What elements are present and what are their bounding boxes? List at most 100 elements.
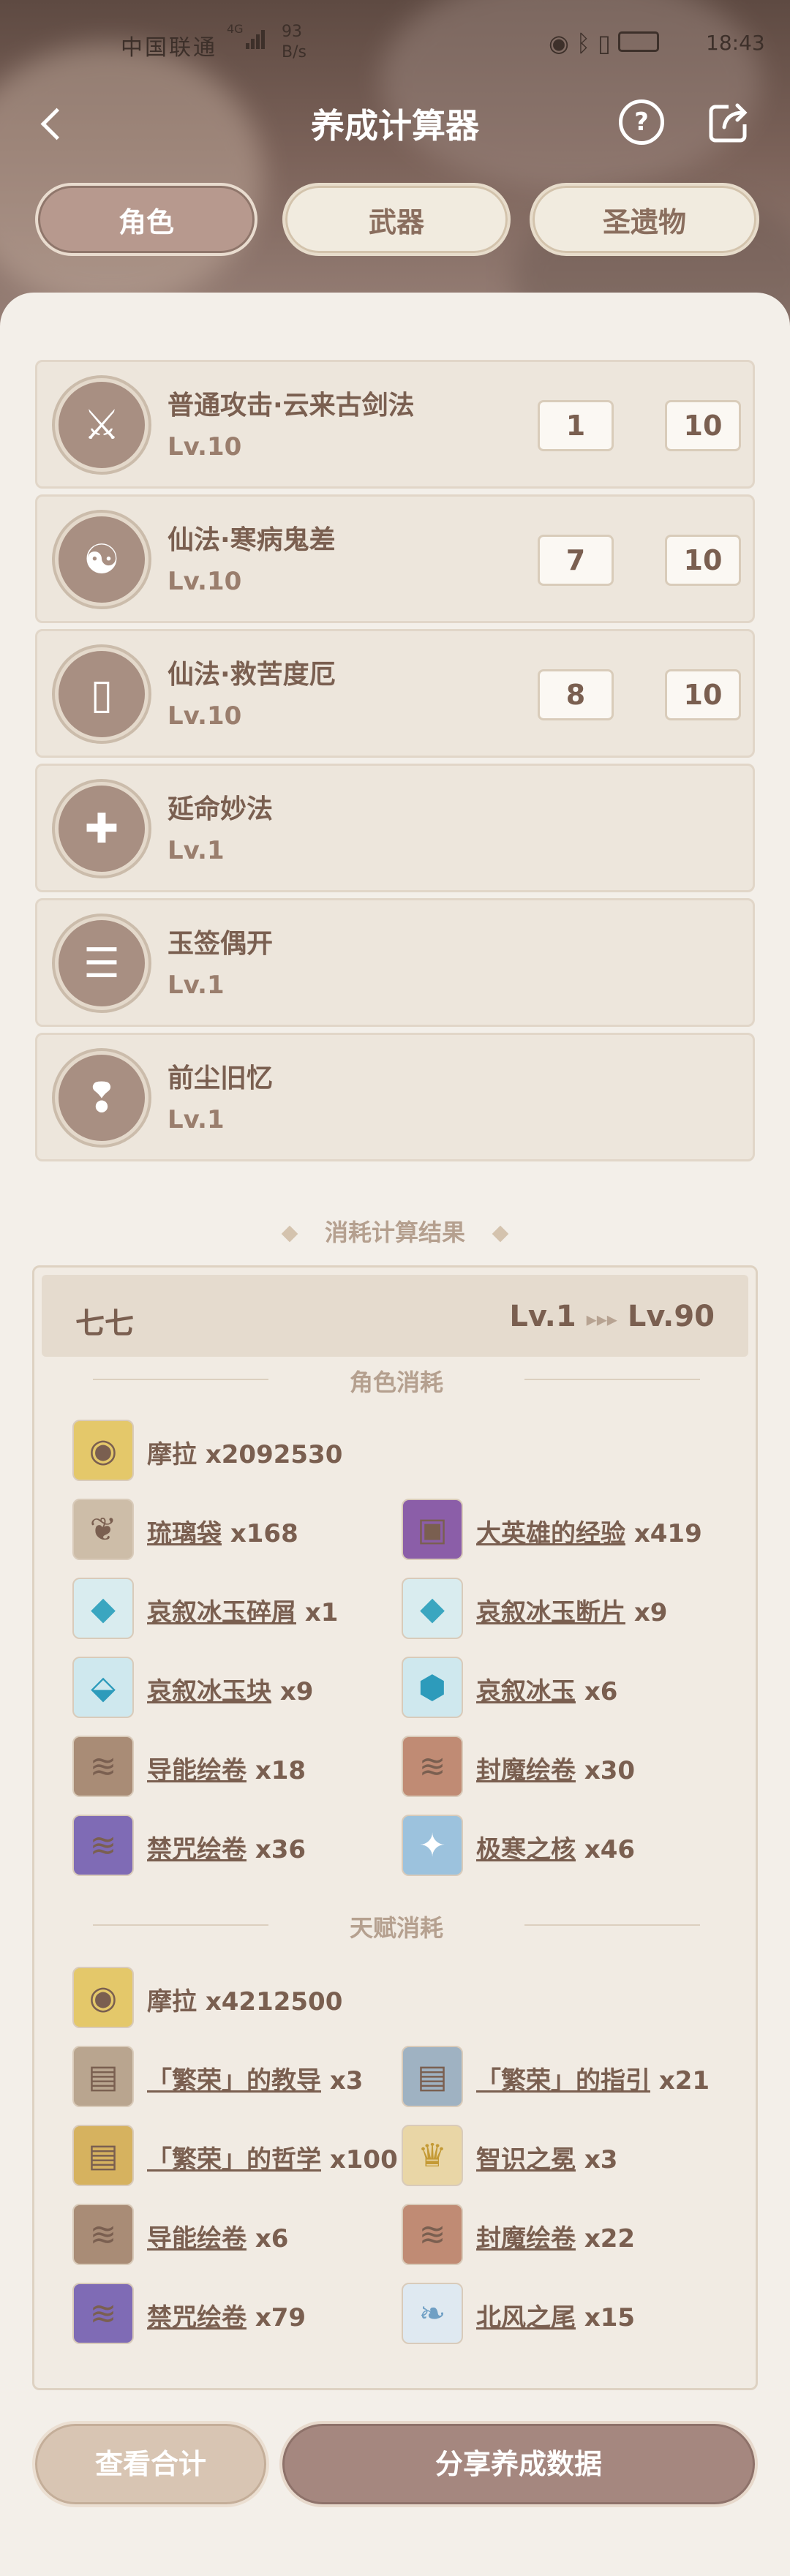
level-from-input[interactable]: 1 [538, 400, 614, 451]
material-item[interactable]: ⬙ 哀叙冰玉块 x9 [72, 1657, 394, 1724]
material-name: 禁咒绘卷 [147, 1835, 247, 1864]
level-from: Lv.1 [509, 1300, 576, 1333]
tab-weapon[interactable]: 武器 [282, 183, 511, 256]
material-item[interactable]: ◆ 哀叙冰玉碎屑 x1 [72, 1578, 394, 1645]
material-count: x168 [230, 1519, 298, 1548]
scroll-icon: ≋ [72, 1736, 134, 1797]
level-from-input[interactable]: 8 [538, 669, 614, 720]
book-icon: ▣ [402, 1499, 463, 1560]
home-indicator [0, 2538, 790, 2576]
material-name: 大英雄的经验 [476, 1519, 625, 1548]
level-to: Lv.90 [627, 1300, 715, 1333]
material-item[interactable]: ≋ 封魔绘卷 x22 [402, 2204, 731, 2271]
talent-cost-title: 天赋消耗 [93, 1910, 700, 1942]
skill-card: ❢ 前尘旧忆 Lv.1 [35, 1033, 755, 1161]
material-count: x79 [255, 2303, 306, 2332]
material-name: 智识之冕 [476, 2145, 576, 2174]
level-to-input[interactable]: 10 [665, 535, 741, 586]
material-name: 极寒之核 [476, 1835, 576, 1864]
mora-icon: ◉ [72, 1420, 134, 1481]
status-bar: 中国联通 4G 93 B/s ◉ᛒ▯ 18:43 [0, 0, 790, 88]
net-type-label: 4G [227, 22, 244, 36]
tab-character[interactable]: 角色 [35, 183, 257, 256]
material-name: 禁咒绘卷 [147, 2303, 247, 2332]
tail-icon: ❧ [402, 2283, 463, 2344]
material-item[interactable]: ▤ 「繁荣」的指引 x21 [402, 2046, 731, 2113]
diamond-icon [281, 1225, 298, 1243]
share-data-button[interactable]: 分享养成数据 [279, 2421, 758, 2507]
material-item[interactable]: ❧ 北风之尾 x15 [402, 2283, 731, 2350]
top-nav: 养成计算器 ? [0, 88, 790, 161]
vibrate-icon: ▯ [598, 29, 618, 57]
skill-name: 玉签偶开 [168, 929, 274, 959]
material-label: 摩拉 x4212500 [147, 1987, 343, 2016]
frost-core-icon: ✦ [402, 1815, 463, 1876]
material-item: ◉ 摩拉 x4212500 [72, 1967, 511, 2034]
book-icon: ▤ [72, 2125, 134, 2186]
tab-artifact[interactable]: 圣遗物 [530, 183, 759, 256]
material-item[interactable]: ≋ 导能绘卷 x6 [72, 2204, 402, 2271]
material-item[interactable]: ❦ 琉璃袋 x168 [72, 1499, 394, 1566]
gem-chunk-icon: ⬙ [72, 1657, 134, 1718]
gem-shard-icon: ◆ [72, 1578, 134, 1639]
battery-icon [617, 31, 659, 52]
material-item[interactable]: ≋ 封魔绘卷 x30 [402, 1736, 723, 1803]
material-count: x6 [255, 2224, 289, 2253]
material-item[interactable]: ≋ 禁咒绘卷 x79 [72, 2283, 402, 2350]
skill-level: Lv.10 [168, 432, 242, 462]
material-item[interactable]: ▤ 「繁荣」的教导 x3 [72, 2046, 402, 2113]
net-speed: 93 B/s [282, 22, 306, 63]
heal-icon: ✚ [55, 782, 148, 875]
material-count: x419 [633, 1519, 702, 1548]
material-name: 哀叙冰玉碎屑 [147, 1598, 296, 1627]
material-item[interactable]: ≋ 导能绘卷 x18 [72, 1736, 394, 1803]
material-name: 哀叙冰玉块 [147, 1677, 271, 1706]
material-count: x9 [279, 1677, 314, 1706]
material-item[interactable]: ✦ 极寒之核 x46 [402, 1815, 723, 1882]
material-count: x46 [584, 1835, 636, 1864]
scroll-icon: ≋ [402, 2204, 463, 2265]
book-icon: ▤ [402, 2046, 463, 2107]
character-name: 七七 [75, 1307, 134, 1341]
material-name: 「繁荣」的指引 [476, 2066, 650, 2095]
material-item[interactable]: ⬢ 哀叙冰玉 x6 [402, 1657, 723, 1724]
material-count: x36 [255, 1835, 306, 1864]
help-button[interactable]: ? [619, 99, 664, 145]
carrier-label: 中国联通 [121, 35, 217, 61]
skill-name: 延命妙法 [168, 794, 274, 824]
skill-level: Lv.10 [168, 567, 242, 596]
material-name: 封魔绘卷 [476, 2224, 576, 2253]
eye-icon: ◉ [549, 29, 576, 57]
share-button[interactable] [708, 101, 750, 143]
material-name: 导能绘卷 [147, 1756, 247, 1785]
skill-name: 前尘旧忆 [168, 1063, 274, 1093]
material-item[interactable]: ♛ 智识之冕 x3 [402, 2125, 731, 2192]
material-count: x30 [584, 1756, 636, 1785]
level-from-input[interactable]: 7 [538, 535, 614, 586]
bluetooth-icon: ᛒ [576, 29, 598, 57]
material-item[interactable]: ▣ 大英雄的经验 x419 [402, 1499, 723, 1566]
character-cost-title: 角色消耗 [93, 1364, 700, 1396]
scroll-icon: ☰ [55, 916, 148, 1010]
material-item[interactable]: ▤ 「繁荣」的哲学 x100 [72, 2125, 402, 2192]
level-to-input[interactable]: 10 [665, 669, 741, 720]
mora-icon: ◉ [72, 1967, 134, 2028]
skill-card: ☰ 玉签偶开 Lv.1 [35, 898, 755, 1027]
level-to-input[interactable]: 10 [665, 400, 741, 451]
bag-icon: ❦ [72, 1499, 134, 1560]
result-panel: 七七 Lv.1 ▸▸▸ Lv.90 角色消耗 ◉ 摩拉 x2092530 ❦ 琉璃袋 … [32, 1265, 758, 2390]
material-count: x100 [329, 2145, 398, 2174]
material-item[interactable]: ≋ 禁咒绘卷 x36 [72, 1815, 394, 1882]
skill-level: Lv.1 [168, 836, 225, 865]
view-total-button[interactable]: 查看合计 [32, 2421, 269, 2507]
skill-card: ⚔ 普通攻击·云来古剑法 Lv.10 1 - 10 [35, 360, 755, 489]
crown-icon: ♛ [402, 2125, 463, 2186]
skill-name: 仙法·救苦度厄 [168, 660, 336, 690]
material-name: 导能绘卷 [147, 2224, 247, 2253]
material-count: x18 [255, 1756, 306, 1785]
material-item[interactable]: ◆ 哀叙冰玉断片 x9 [402, 1578, 723, 1645]
page-title: 养成计算器 [311, 106, 479, 146]
question-icon: ? [634, 108, 649, 137]
scroll-icon: ≋ [402, 1736, 463, 1797]
material-name: 「繁荣」的哲学 [147, 2145, 321, 2174]
